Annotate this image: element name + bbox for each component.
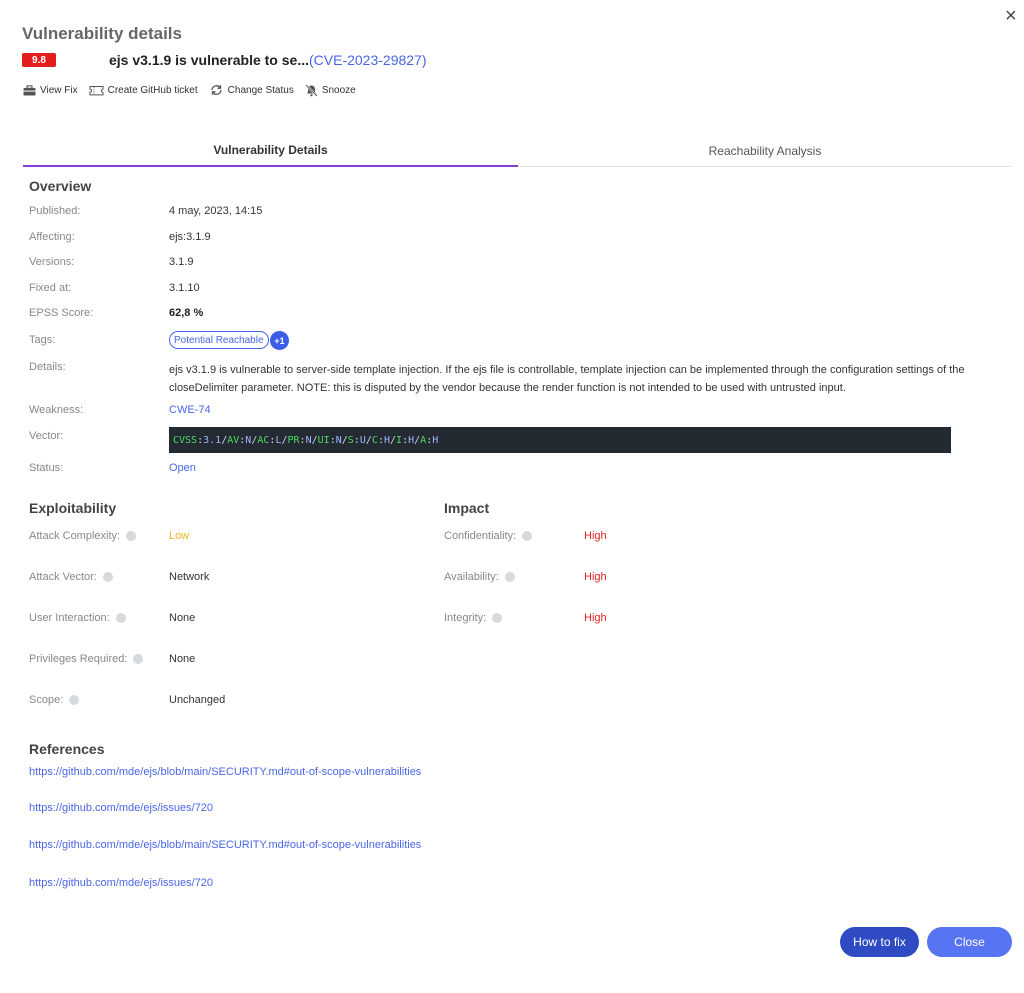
close-icon[interactable]: ×	[1005, 6, 1023, 26]
impact-heading: Impact	[444, 500, 490, 516]
tag-more-badge[interactable]: +1	[270, 331, 289, 350]
close-button[interactable]: Close	[927, 927, 1012, 957]
info-icon[interactable]	[492, 613, 503, 623]
user-interaction-label: User Interaction:	[29, 612, 126, 624]
versions-label: Versions:	[29, 256, 75, 268]
tag-potential-reachable[interactable]: Potential Reachable	[169, 331, 269, 349]
user-interaction-value: None	[169, 612, 196, 624]
tab-vulnerability-details[interactable]: Vulnerability Details	[23, 134, 518, 167]
vector-label: Vector:	[29, 430, 64, 442]
vector-metric-key: CVSS	[173, 434, 198, 446]
overview-heading: Overview	[29, 178, 92, 194]
attack-complexity-label-text: Attack Complexity:	[29, 530, 121, 542]
info-icon[interactable]	[102, 572, 113, 582]
privileges-required-label-text: Privileges Required:	[29, 653, 128, 665]
affecting-label: Affecting:	[29, 231, 75, 243]
weakness-label: Weakness:	[29, 404, 84, 416]
reference-link[interactable]: https://github.com/mde/ejs/blob/main/SEC…	[29, 766, 421, 778]
bell-off-icon	[305, 83, 318, 97]
availability-value: High	[584, 571, 607, 583]
fixed-at-value: 3.1.10	[169, 282, 200, 294]
info-icon[interactable]	[504, 572, 515, 582]
status-label: Status:	[29, 462, 64, 474]
vector-metric-key: PR	[287, 434, 300, 446]
view-fix-label: View Fix	[40, 84, 78, 96]
tab-bar: Vulnerability Details Reachability Analy…	[23, 134, 1012, 167]
cvss-vector: CVSS:3.1/AV: N / AC: L / PR: N / UI: N / S: U / C: H / I: H…	[169, 427, 951, 453]
details-text: ejs v3.1.9 is vulnerable to server-side …	[169, 364, 965, 394]
user-interaction-label-text: User Interaction:	[29, 612, 110, 624]
weakness-link[interactable]: CWE-74	[169, 404, 211, 416]
availability-label-text: Availability:	[444, 571, 499, 583]
privileges-required-value: None	[169, 653, 196, 665]
snooze-action[interactable]: Snooze	[305, 83, 356, 97]
integrity-label: Integrity:	[444, 612, 503, 624]
privileges-required-label: Privileges Required:	[29, 653, 144, 665]
info-icon[interactable]	[69, 695, 80, 705]
reference-link[interactable]: https://github.com/mde/ejs/blob/main/SEC…	[29, 839, 421, 851]
fixed-at-label: Fixed at:	[29, 282, 72, 294]
vector-metric-value: H	[432, 434, 439, 446]
info-icon[interactable]	[522, 531, 533, 541]
published-label: Published:	[29, 205, 81, 217]
reference-link[interactable]: https://github.com/mde/ejs/issues/720	[29, 877, 213, 889]
snooze-label: Snooze	[321, 84, 356, 96]
attack-vector-value: Network	[169, 571, 210, 583]
attack-complexity-label: Attack Complexity:	[29, 530, 137, 542]
ticket-icon	[89, 85, 104, 96]
cve-header: 9.8 ejs v3.1.9 is vulnerable to se... (C…	[22, 52, 427, 68]
how-to-fix-button[interactable]: How to fix	[840, 927, 919, 957]
confidentiality-label-text: Confidentiality:	[444, 530, 517, 542]
view-fix-action[interactable]: View Fix	[23, 85, 78, 96]
action-bar: View Fix Create GitHub ticket Change Sta…	[23, 83, 367, 97]
details-label: Details:	[29, 361, 66, 373]
integrity-label-text: Integrity:	[444, 612, 487, 624]
create-github-ticket-label: Create GitHub ticket	[107, 84, 198, 96]
confidentiality-label: Confidentiality:	[444, 530, 533, 542]
vulnerability-title: ejs v3.1.9 is vulnerable to se...	[109, 52, 309, 68]
info-icon[interactable]	[126, 531, 137, 541]
vector-metric-key: AC	[257, 434, 270, 446]
info-icon[interactable]	[133, 654, 144, 664]
affecting-value: ejs:3.1.9	[169, 231, 211, 243]
confidentiality-value: High	[584, 530, 607, 542]
vector-metric-value: 3.1	[203, 434, 222, 446]
change-status-label: Change Status	[227, 84, 294, 96]
published-value: 4 may, 2023, 14:15	[169, 205, 263, 217]
availability-label: Availability:	[444, 571, 515, 583]
versions-value: 3.1.9	[169, 256, 194, 268]
vector-metric-key: UI	[317, 434, 330, 446]
scope-label-text: Scope:	[29, 694, 64, 706]
epss-score-value: 62,8 %	[169, 307, 204, 319]
scope-value: Unchanged	[169, 694, 226, 706]
references-heading: References	[29, 741, 105, 757]
attack-vector-label-text: Attack Vector:	[29, 571, 97, 583]
vector-metric-key: AV	[227, 434, 240, 446]
status-value[interactable]: Open	[169, 462, 196, 474]
reference-link[interactable]: https://github.com/mde/ejs/issues/720	[29, 802, 213, 814]
change-status-action[interactable]: Change Status	[209, 84, 294, 96]
tab-reachability-analysis[interactable]: Reachability Analysis	[518, 134, 1012, 167]
cve-id-link[interactable]: (CVE-2023-29827)	[309, 52, 427, 68]
tags-label: Tags:	[29, 334, 56, 346]
info-icon[interactable]	[115, 613, 126, 623]
dialog-title: Vulnerability details	[22, 24, 182, 43]
epss-score-label: EPSS Score:	[29, 307, 94, 319]
refresh-icon	[209, 84, 224, 96]
attack-vector-label: Attack Vector:	[29, 571, 113, 583]
scope-label: Scope:	[29, 694, 80, 706]
severity-score-badge: 9.8	[22, 53, 56, 67]
create-github-ticket-action[interactable]: Create GitHub ticket	[89, 85, 198, 96]
toolbox-icon	[23, 84, 36, 96]
integrity-value: High	[584, 612, 607, 624]
attack-complexity-value: Low	[169, 530, 190, 542]
exploitability-heading: Exploitability	[29, 500, 117, 516]
